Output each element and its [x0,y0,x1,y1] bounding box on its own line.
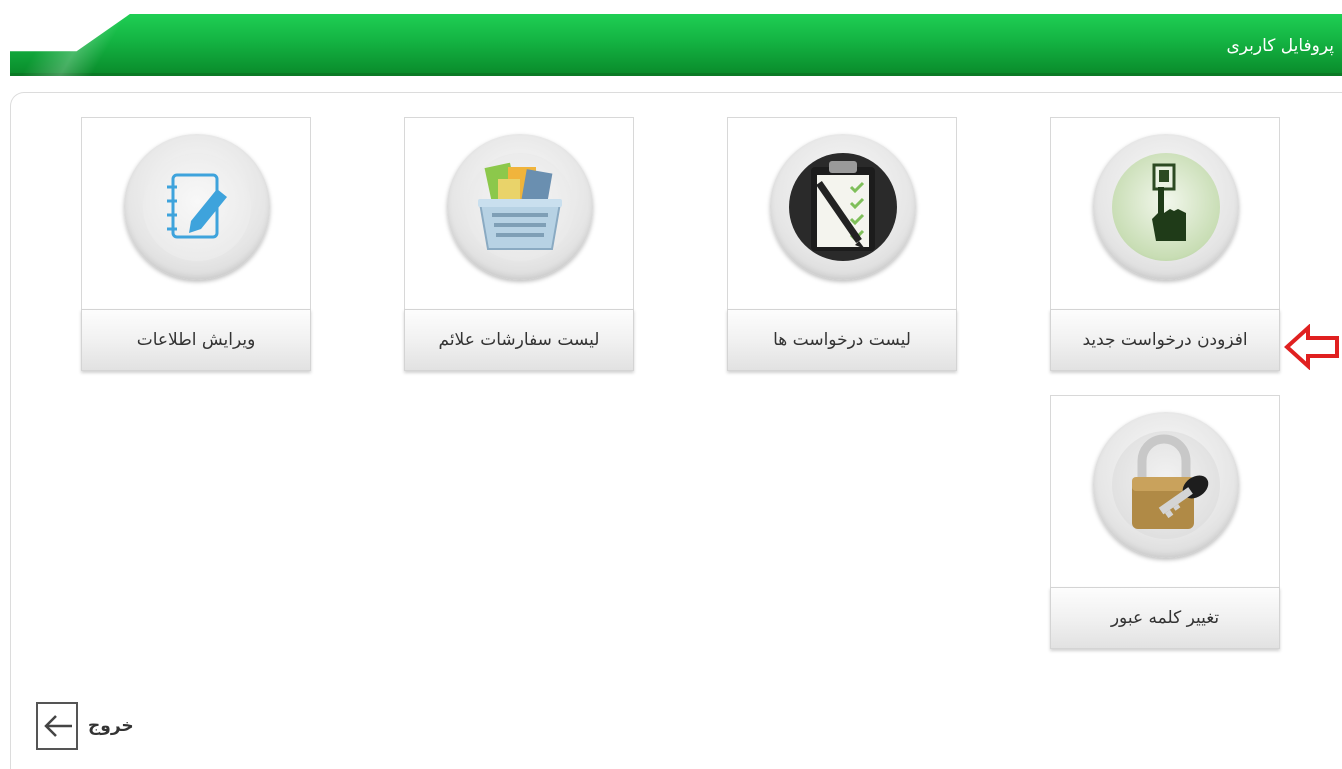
logout-label[interactable]: خروج [88,716,134,736]
change-password-button[interactable]: تغییر کلمه عبور [1050,587,1280,649]
edit-notebook-icon [143,153,251,261]
tile-image-box[interactable] [1050,117,1280,309]
header-bar [10,14,1342,76]
icon-circle [770,134,916,280]
icon-circle [124,134,270,280]
tile-image-box[interactable] [727,117,957,309]
red-arrow-left-icon [1284,323,1340,374]
icon-circle [447,134,593,280]
logout-button[interactable]: خروج [36,702,134,750]
shopping-basket-icon [466,153,574,261]
tile-image-box[interactable] [404,117,634,309]
padlock-key-icon [1112,431,1220,539]
orders-list-button[interactable]: لیست سفارشات علائم [404,309,634,371]
icon-circle [1093,134,1239,280]
requests-list-button[interactable]: لیست درخواست ها [727,309,957,371]
edit-info-button[interactable]: ویرایش اطلاعات [81,309,311,371]
hand-press-button-icon [1112,153,1220,261]
page-title: پروفایل کاربری [1226,36,1334,56]
logout-arrow-icon[interactable] [36,702,78,750]
tile-image-box[interactable] [1050,395,1280,587]
add-request-button[interactable]: افزودن درخواست جدید [1050,309,1280,371]
header-decoration [10,14,130,76]
clipboard-checklist-icon [789,153,897,261]
tile-image-box[interactable] [81,117,311,309]
icon-circle [1093,412,1239,558]
